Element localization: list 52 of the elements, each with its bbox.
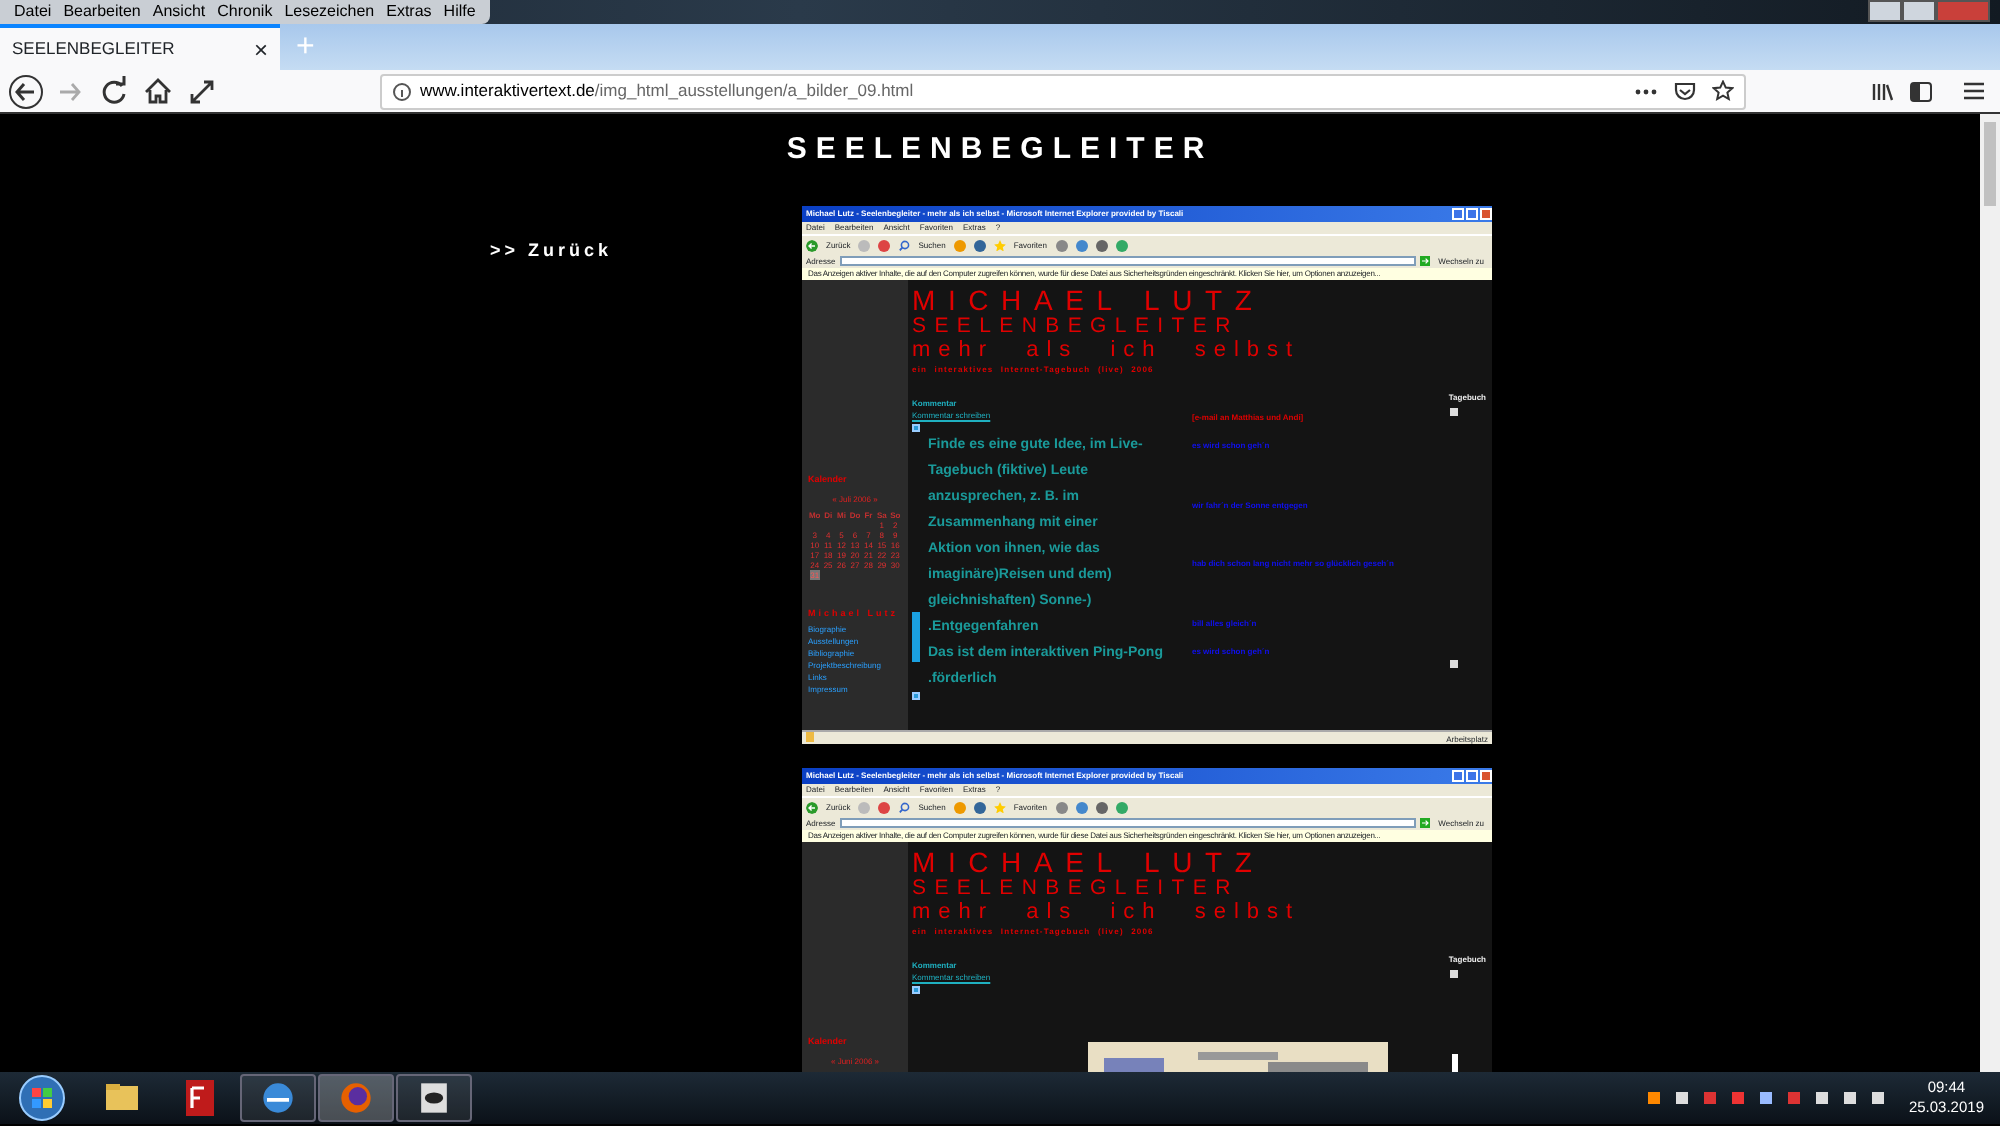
tray-icon[interactable]: [1840, 1088, 1861, 1108]
menu-item[interactable]: Chronik: [211, 0, 279, 24]
site-tagline: mehr als ich selbst: [912, 338, 1301, 362]
address-bar[interactable]: www.interaktivertext.de/img_html_ausstellungen/a_bilder_09.html: [380, 73, 1746, 109]
tray-icon[interactable]: [1672, 1088, 1693, 1108]
page-title: SEELENBEGLEITER: [786, 130, 1214, 170]
scrollbar[interactable]: [1980, 114, 2000, 1072]
address-field[interactable]: [839, 818, 1417, 828]
site-tagline: mehr als ich selbst: [912, 900, 1301, 924]
menu-item[interactable]: Ansicht: [146, 0, 212, 24]
page-icon: [806, 732, 814, 742]
back-arrow-icon: [806, 801, 818, 813]
go-arrow-icon: [1420, 818, 1431, 828]
tab-close-button[interactable]: ×: [253, 31, 268, 67]
sidebar-icon[interactable]: [1910, 81, 1932, 101]
menu-item[interactable]: Hilfe: [437, 0, 482, 24]
browser-tab[interactable]: SEELENBEGLEITER ×: [0, 24, 280, 70]
home-icon[interactable]: [140, 73, 176, 109]
address-field[interactable]: [839, 256, 1417, 266]
menu-item[interactable]: Lesezeichen: [278, 0, 381, 24]
url-text: www.interaktivertext.de/img_html_ausstellungen/a_bilder_09.html: [420, 78, 916, 104]
search-icon: [898, 239, 911, 251]
scrollbar-thumb[interactable]: [1984, 122, 1996, 206]
site-subtitle: SEELENBEGLEITER: [912, 314, 1239, 338]
tray-icon[interactable]: [1812, 1088, 1833, 1108]
menu-item[interactable]: Extras: [380, 0, 438, 24]
info-icon[interactable]: [392, 81, 412, 101]
star-icon: [993, 801, 1006, 813]
go-arrow-icon: [1420, 256, 1431, 266]
menu-icon[interactable]: [1964, 82, 1984, 100]
menu-item[interactable]: Bearbeiten: [57, 0, 147, 24]
tray-icon[interactable]: [1644, 1088, 1665, 1108]
bookmark-star-icon[interactable]: [1712, 80, 1734, 102]
site-title: MICHAEL LUTZ: [912, 848, 1265, 876]
library-icon[interactable]: [1872, 81, 1894, 101]
back-arrow-icon: [806, 239, 818, 251]
tray-icon[interactable]: [1868, 1088, 1889, 1108]
pocket-icon[interactable]: [1674, 81, 1696, 101]
maximize-button[interactable]: [1902, 0, 1936, 22]
site-title: MICHAEL LUTZ: [912, 286, 1265, 314]
tab-title: SEELENBEGLEITER: [12, 36, 175, 62]
back-icon[interactable]: [8, 73, 44, 109]
tray-icon[interactable]: [1756, 1088, 1777, 1108]
more-icon[interactable]: [1634, 85, 1658, 97]
back-link[interactable]: >> Zurück: [490, 238, 613, 265]
star-icon: [993, 239, 1006, 251]
minimize-button[interactable]: [1868, 0, 1902, 22]
search-icon: [898, 801, 911, 813]
menu-item[interactable]: Datei: [8, 0, 58, 24]
start-button[interactable]: [16, 1074, 68, 1122]
indicator-bar: [912, 612, 920, 662]
site-subtitle: SEELENBEGLEITER: [912, 876, 1239, 900]
